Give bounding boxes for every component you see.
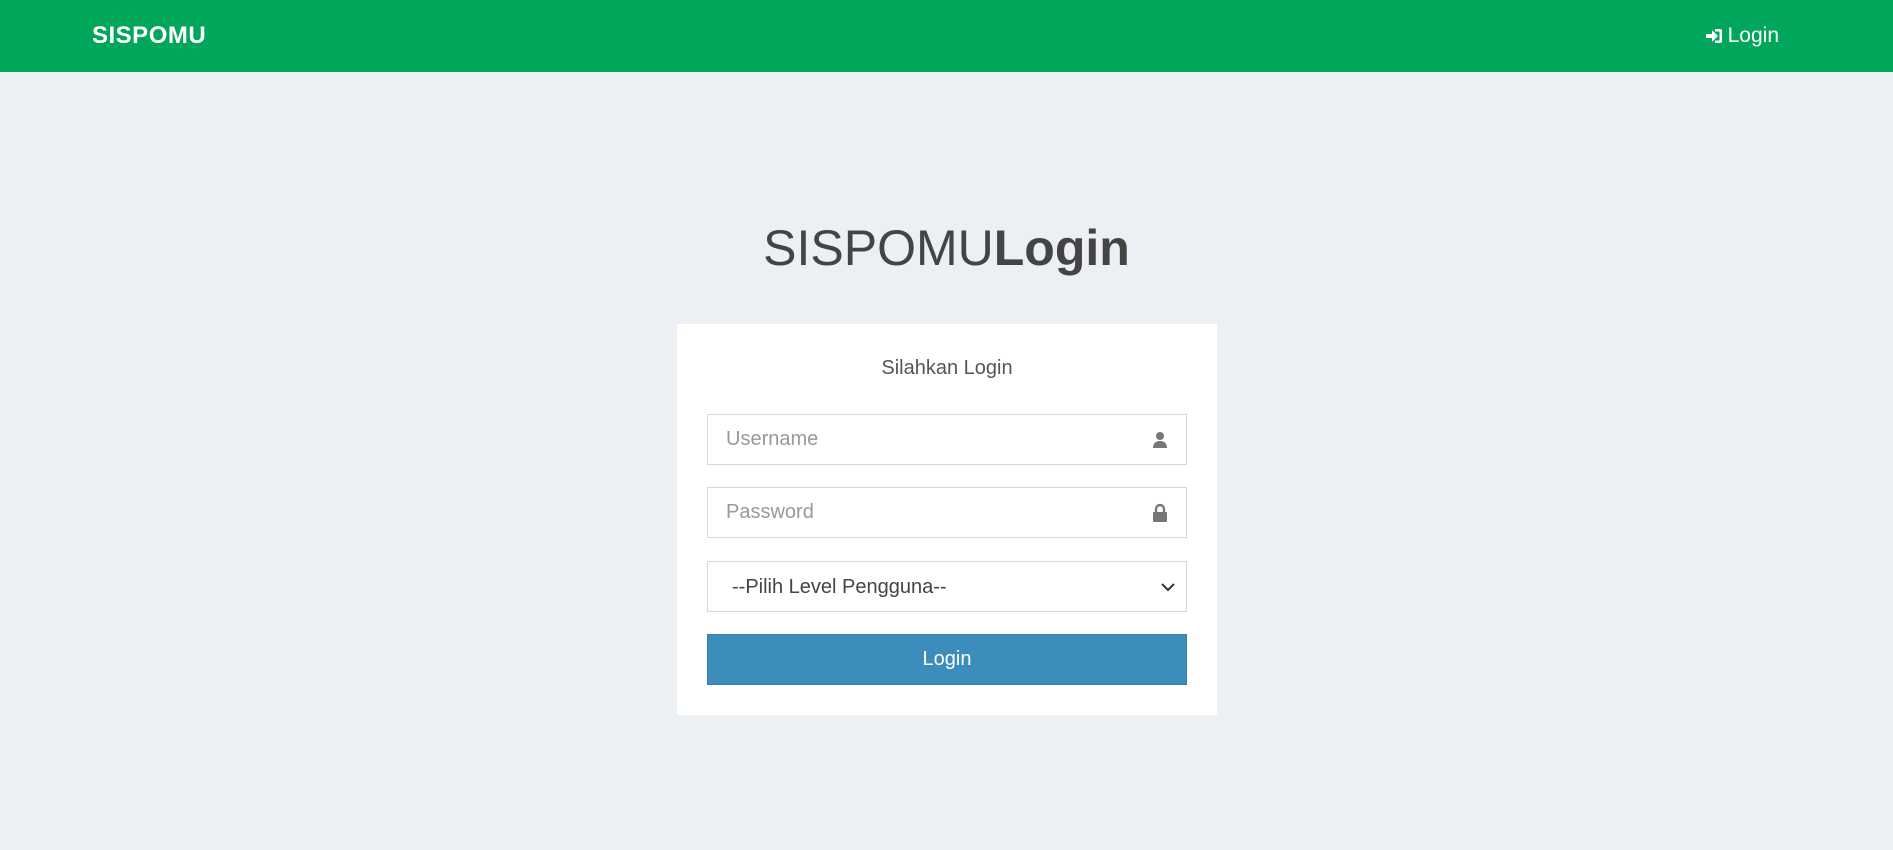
chevron-down-icon <box>1161 583 1175 592</box>
level-select-value: --Pilih Level Pengguna-- <box>732 576 947 598</box>
nav-login-label: Login <box>1727 24 1779 47</box>
username-input[interactable] <box>708 415 1146 464</box>
login-box-message: Silahkan Login <box>881 357 1013 379</box>
page-title-light: SISPOMU <box>763 220 994 276</box>
nav-login-link[interactable]: Login <box>1704 22 1779 50</box>
user-icon <box>1153 432 1167 448</box>
login-box: Silahkan Login --Pilih Level Pengguna-- … <box>677 324 1217 715</box>
page-title-bold: Login <box>993 220 1130 276</box>
top-navbar: SISPOMU Login <box>0 0 1893 72</box>
lock-icon <box>1153 503 1167 522</box>
login-button[interactable]: Login <box>707 634 1187 685</box>
brand-logo[interactable]: SISPOMU <box>92 21 206 51</box>
password-input[interactable] <box>708 488 1146 537</box>
username-field <box>707 414 1187 465</box>
page-title: SISPOMULogin <box>0 216 1893 280</box>
password-field <box>707 487 1187 538</box>
level-select[interactable]: --Pilih Level Pengguna-- <box>707 561 1187 612</box>
sign-in-icon <box>1705 29 1722 43</box>
